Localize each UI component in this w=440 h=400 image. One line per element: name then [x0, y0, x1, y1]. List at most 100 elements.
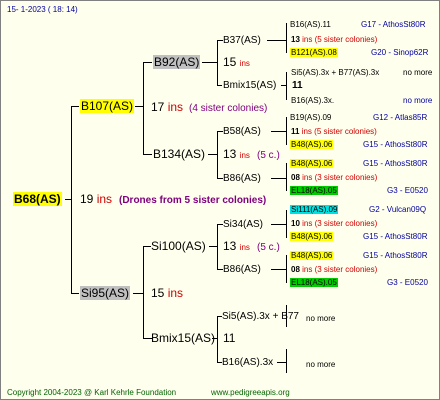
name: B121(AS).08 — [290, 48, 338, 57]
gen4-info: G17 - AthosSt80R — [361, 20, 426, 29]
count: 15 — [151, 286, 165, 300]
gen3-item[interactable]: Bmix15(AS) — [223, 79, 276, 92]
gen2-item[interactable]: Bmix15(AS) — [151, 331, 215, 346]
gen4-item[interactable]: B48(AS).06 — [290, 157, 334, 170]
gen1-dam-stats: 15 ins — [151, 286, 183, 301]
connector — [202, 62, 218, 63]
gen4-item[interactable]: B48(AS).06 — [290, 138, 334, 151]
note: ins (3 sister colonies) — [302, 265, 378, 274]
gen4-item[interactable]: EL18(AS).05 — [290, 276, 338, 289]
gen3-item[interactable]: Si5(AS).3x + B77 — [222, 310, 299, 323]
gen4-note: no more — [403, 68, 433, 77]
name: EL18(AS).05 — [290, 278, 338, 287]
gen3-item[interactable]: B86(AS) — [223, 172, 261, 185]
gen4-item[interactable]: B16(AS).3x. — [291, 94, 334, 107]
root-note: (Drones from 5 sister colonies) — [119, 195, 267, 206]
connector — [143, 154, 152, 155]
gen4-count-row: 08 ins (3 sister colonies) — [291, 171, 377, 184]
root-stats: 19 ins — [80, 192, 112, 207]
gen1-sire-stats: 17 ins — [151, 100, 183, 115]
count: 13 — [223, 147, 237, 161]
gen3-item[interactable]: B37(AS) — [223, 34, 261, 47]
count: 15 — [223, 55, 237, 69]
connector — [209, 246, 218, 247]
connector — [71, 106, 79, 107]
gen4-item[interactable]: B19(AS).09 — [290, 111, 331, 124]
connector — [271, 269, 287, 270]
gen4-count-row: 08 ins (3 sister colonies) — [291, 263, 377, 276]
name: B48(AS).06 — [290, 251, 334, 260]
gen4-item[interactable]: B48(AS).06 — [290, 230, 334, 243]
count: 08 — [291, 265, 300, 274]
note: ins (3 sister colonies) — [302, 173, 378, 182]
unit: ins — [167, 286, 184, 300]
gen1-dam-name: Si95(AS) — [80, 286, 131, 300]
gen4-item[interactable]: Si111(AS).09 — [290, 203, 339, 216]
gen1-dam[interactable]: Si95(AS) — [80, 286, 131, 301]
connector — [65, 199, 72, 200]
connector — [271, 131, 287, 132]
gen4-item[interactable]: B16(AS).11 — [290, 18, 331, 31]
gen4-count-row: 11 ins (5 sister colonies) — [291, 125, 377, 138]
gen4-item[interactable]: B121(AS).08 — [290, 46, 338, 59]
name: EL18(AS).05 — [290, 186, 338, 195]
count: 11 — [291, 127, 300, 136]
gen4-info: G2 - Vulcan09Q — [369, 205, 427, 214]
connector — [281, 85, 287, 86]
connector — [286, 163, 287, 191]
copyright-text: Copyright 2004-2023 @ Karl Kehrle Founda… — [7, 388, 177, 397]
count: 13 — [291, 35, 300, 44]
count: 10 — [291, 219, 300, 228]
gen3-item[interactable]: B58(AS) — [223, 125, 261, 138]
unit: ins — [239, 59, 250, 68]
name: B92(AS) — [153, 55, 201, 69]
gen4-item[interactable]: B48(AS).06 — [290, 249, 334, 262]
connector — [71, 293, 79, 294]
gen3-item[interactable]: Si34(AS) — [223, 218, 263, 231]
connector — [286, 23, 287, 53]
connector — [143, 62, 152, 63]
gen2-stats: 13 ins — [223, 239, 250, 255]
note: ins (5 sister colonies) — [301, 127, 377, 136]
gen4-info: G15 - AthosSt80R — [363, 251, 428, 260]
gen4-info: G12 - Atlas85R — [373, 113, 428, 122]
connector — [277, 362, 287, 363]
gen4-info: G20 - Sinop62R — [371, 48, 429, 57]
name: B48(AS).06 — [290, 140, 334, 149]
name: B48(AS).06 — [290, 232, 334, 241]
gen4-item[interactable]: EL18(AS).05 — [290, 184, 338, 197]
connector — [135, 106, 144, 107]
gen3-item[interactable]: B16(AS).3x — [222, 356, 273, 369]
root-drone[interactable]: B68(AS) — [13, 192, 62, 207]
gen3-note: no more — [306, 360, 336, 369]
website-link[interactable]: www.pedigreeapis.org — [211, 386, 290, 399]
count: 17 — [151, 100, 165, 114]
gen4-info: G15 - AthosSt80R — [363, 232, 428, 241]
unit: ins — [239, 151, 250, 160]
root-name: B68(AS) — [13, 192, 62, 206]
gen4-item[interactable]: Si5(AS).3x + B77(AS).3x — [291, 66, 379, 79]
gen2-note: (5 c.) — [257, 242, 280, 253]
gen4-count-row: 10 ins (3 sister colonies) — [291, 217, 377, 230]
connector — [286, 72, 287, 100]
gen1-sire[interactable]: B107(AS) — [80, 99, 135, 114]
name: Si111(AS).09 — [290, 205, 339, 214]
gen2-item[interactable]: B92(AS) — [153, 55, 201, 70]
connector — [143, 62, 144, 154]
gen2-item[interactable]: B134(AS) — [153, 147, 205, 162]
count: 13 — [223, 239, 237, 253]
gen4-info: G15 - AthosSt80R — [363, 140, 428, 149]
gen3-item[interactable]: B86(AS) — [223, 263, 261, 276]
gen4-info: G15 - AthosSt80R — [363, 159, 428, 168]
connector — [217, 85, 222, 86]
gen4-info: G3 - E0520 — [387, 186, 428, 195]
gen4-note: no more — [403, 96, 433, 105]
unit: ins — [239, 243, 250, 252]
note: ins (5 sister colonies) — [302, 35, 378, 44]
date-line: 15- 1-2023 ( 18: 14) — [7, 5, 78, 14]
gen2-item[interactable]: Si100(AS) — [151, 239, 206, 254]
root-count: 19 — [80, 192, 94, 206]
connector — [143, 246, 144, 338]
gen1-sire-name: B107(AS) — [80, 99, 135, 113]
count: 08 — [291, 173, 300, 182]
